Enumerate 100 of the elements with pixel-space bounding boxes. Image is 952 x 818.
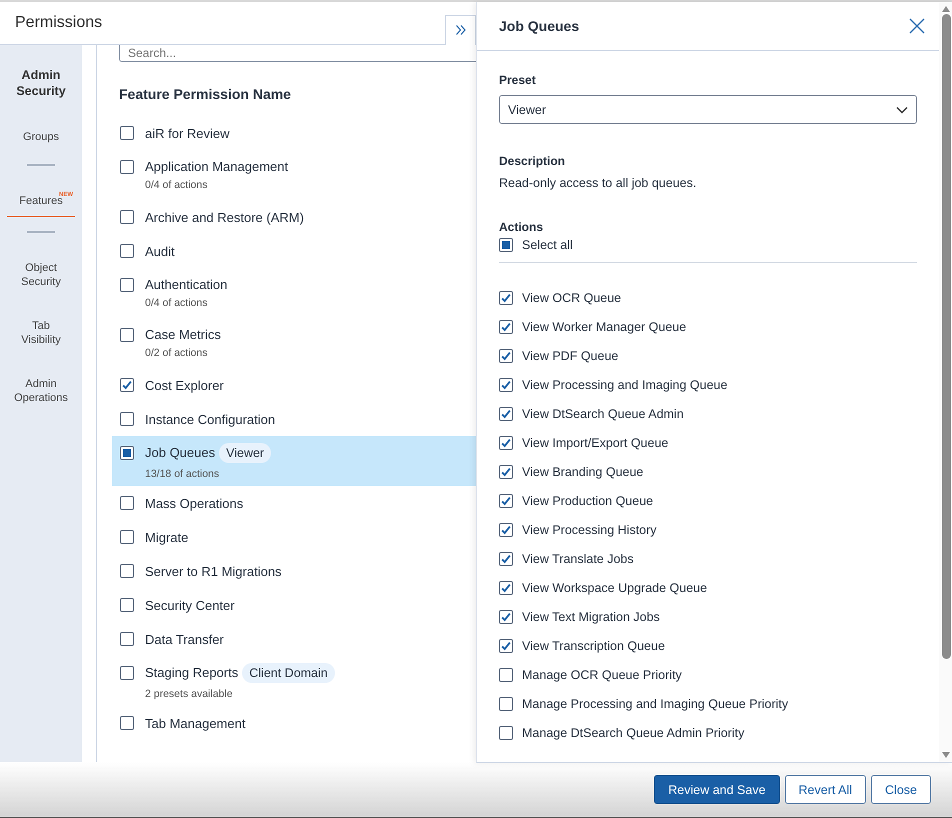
feature-name: Migrate xyxy=(145,530,188,544)
checkbox-label: View Branding Queue xyxy=(522,464,644,478)
feature-name: Archive and Restore (ARM) xyxy=(145,210,304,224)
footer-button[interactable]: Revert All xyxy=(784,775,866,804)
checkbox[interactable] xyxy=(499,638,513,652)
checkbox[interactable] xyxy=(120,666,134,680)
checkbox[interactable] xyxy=(120,632,134,646)
checkbox[interactable] xyxy=(120,210,134,224)
checkbox-label: Select all xyxy=(522,238,573,252)
feature-row[interactable]: Migrate xyxy=(112,520,476,554)
sidebar-item[interactable]: Object Security xyxy=(12,255,70,295)
feature-name: Staging Reports xyxy=(145,665,238,680)
checkbox[interactable] xyxy=(120,278,134,292)
checkbox-label: View PDF Queue xyxy=(522,348,618,362)
feature-name: Application Management xyxy=(145,159,288,174)
checkbox[interactable] xyxy=(499,436,513,450)
sidebar-item[interactable]: Tab Visibility xyxy=(12,313,70,353)
dialog-title: Permissions xyxy=(14,14,102,32)
chevron-down-icon xyxy=(896,106,908,114)
checkbox-label: Manage DtSearch Queue Admin Priority xyxy=(522,726,744,740)
feature-row[interactable]: Staging Reports Client Domain 2 presets available xyxy=(112,656,476,706)
checkbox[interactable] xyxy=(120,446,134,460)
feature-name: Cost Explorer xyxy=(145,378,224,392)
close-icon[interactable] xyxy=(909,18,925,34)
checkbox-label: View Production Queue xyxy=(522,494,654,508)
feature-name: Authentication xyxy=(145,277,228,292)
checkbox[interactable] xyxy=(499,320,513,334)
checkbox[interactable] xyxy=(499,580,513,594)
checkbox[interactable] xyxy=(120,564,134,578)
checkbox-label: Manage Processing and Imaging Queue Priority xyxy=(522,696,788,710)
checkbox[interactable] xyxy=(499,696,513,710)
feature-name: Tab Management xyxy=(145,716,246,730)
field-label: Preset xyxy=(499,73,537,87)
checkbox[interactable] xyxy=(499,378,513,392)
feature-row[interactable]: Instance Configuration xyxy=(112,402,476,436)
checkbox[interactable] xyxy=(499,238,513,252)
checkbox[interactable] xyxy=(499,290,513,304)
checkbox[interactable] xyxy=(499,610,513,624)
feature-row[interactable]: Server to R1 Migrations xyxy=(112,554,476,588)
checkbox[interactable] xyxy=(120,160,134,174)
scroll-down-arrow-icon[interactable] xyxy=(942,752,950,758)
scroll-up-arrow-icon[interactable] xyxy=(942,6,950,12)
checkbox[interactable] xyxy=(120,530,134,544)
field-label: Description xyxy=(499,154,566,168)
preset-dropdown[interactable]: Viewer xyxy=(499,95,917,124)
feature-row[interactable]: Data Transfer xyxy=(112,622,476,656)
checkbox[interactable] xyxy=(120,412,134,426)
expand-button[interactable] xyxy=(445,14,476,44)
feature-note: 0/4 of actions xyxy=(145,297,208,309)
feature-name: Audit xyxy=(145,244,175,258)
checkbox[interactable] xyxy=(120,244,134,258)
feature-row[interactable]: Archive and Restore (ARM) xyxy=(112,200,476,234)
checkbox[interactable] xyxy=(120,126,134,140)
sidebar-item[interactable]: Groups xyxy=(12,124,70,150)
checkbox[interactable] xyxy=(499,522,513,536)
checkbox[interactable] xyxy=(499,348,513,362)
feature-row[interactable]: Case Metrics 0/2 of actions xyxy=(112,318,476,368)
feature-name: Job Queues xyxy=(145,445,216,460)
feature-row[interactable]: Job Queues Viewer 13/18 of actions xyxy=(112,436,476,486)
column-heading: Feature Permission Name xyxy=(119,86,292,102)
feature-row[interactable]: Application Management 0/4 of actions xyxy=(112,150,476,200)
checkbox[interactable] xyxy=(499,494,513,508)
checkbox-label: View Import/Export Queue xyxy=(522,436,668,450)
checkbox[interactable] xyxy=(499,552,513,566)
checkbox[interactable] xyxy=(499,406,513,420)
checkbox-label: View Worker Manager Queue xyxy=(522,320,686,334)
checkbox[interactable] xyxy=(120,496,134,510)
preset-tag: Client Domain xyxy=(242,662,335,682)
checkbox-label: View Workspace Upgrade Queue xyxy=(522,580,708,594)
checkbox[interactable] xyxy=(499,464,513,478)
checkbox-label: View DtSearch Queue Admin xyxy=(522,406,684,420)
feature-name: Security Center xyxy=(145,598,235,612)
feature-name: Instance Configuration xyxy=(145,412,276,426)
checkbox[interactable] xyxy=(120,598,134,612)
search-field[interactable]: Search... xyxy=(119,45,476,62)
checkbox[interactable] xyxy=(499,726,513,740)
double-chevron-icon xyxy=(454,24,466,36)
feature-row[interactable]: aiR for Review xyxy=(112,116,476,150)
footer-button[interactable]: Close xyxy=(871,775,931,804)
feature-row[interactable]: Cost Explorer xyxy=(112,368,476,402)
feature-name: Data Transfer xyxy=(145,632,224,646)
preset-tag: Viewer xyxy=(219,442,272,462)
feature-row[interactable]: Audit xyxy=(112,234,476,268)
scrollbar[interactable] xyxy=(939,2,952,762)
field-label: Actions xyxy=(499,220,544,234)
feature-note: 13/18 of actions xyxy=(145,468,220,480)
checkbox[interactable] xyxy=(120,328,134,342)
feature-row[interactable]: Authentication 0/4 of actions xyxy=(112,268,476,318)
feature-row[interactable]: Mass Operations xyxy=(112,486,476,520)
footer-button[interactable]: Review and Save xyxy=(654,775,780,804)
feature-row[interactable]: Security Center xyxy=(112,588,476,622)
checkbox-label: View Transcription Queue xyxy=(522,638,665,652)
feature-name: Case Metrics xyxy=(145,327,221,342)
panel-title: Job Queues xyxy=(499,18,580,34)
feature-note: 0/4 of actions xyxy=(145,179,208,191)
checkbox[interactable] xyxy=(120,716,134,730)
feature-row[interactable]: Tab Management xyxy=(112,706,476,740)
checkbox[interactable] xyxy=(120,378,134,392)
checkbox[interactable] xyxy=(499,668,513,682)
sidebar-item[interactable]: Admin Operations xyxy=(12,371,70,411)
